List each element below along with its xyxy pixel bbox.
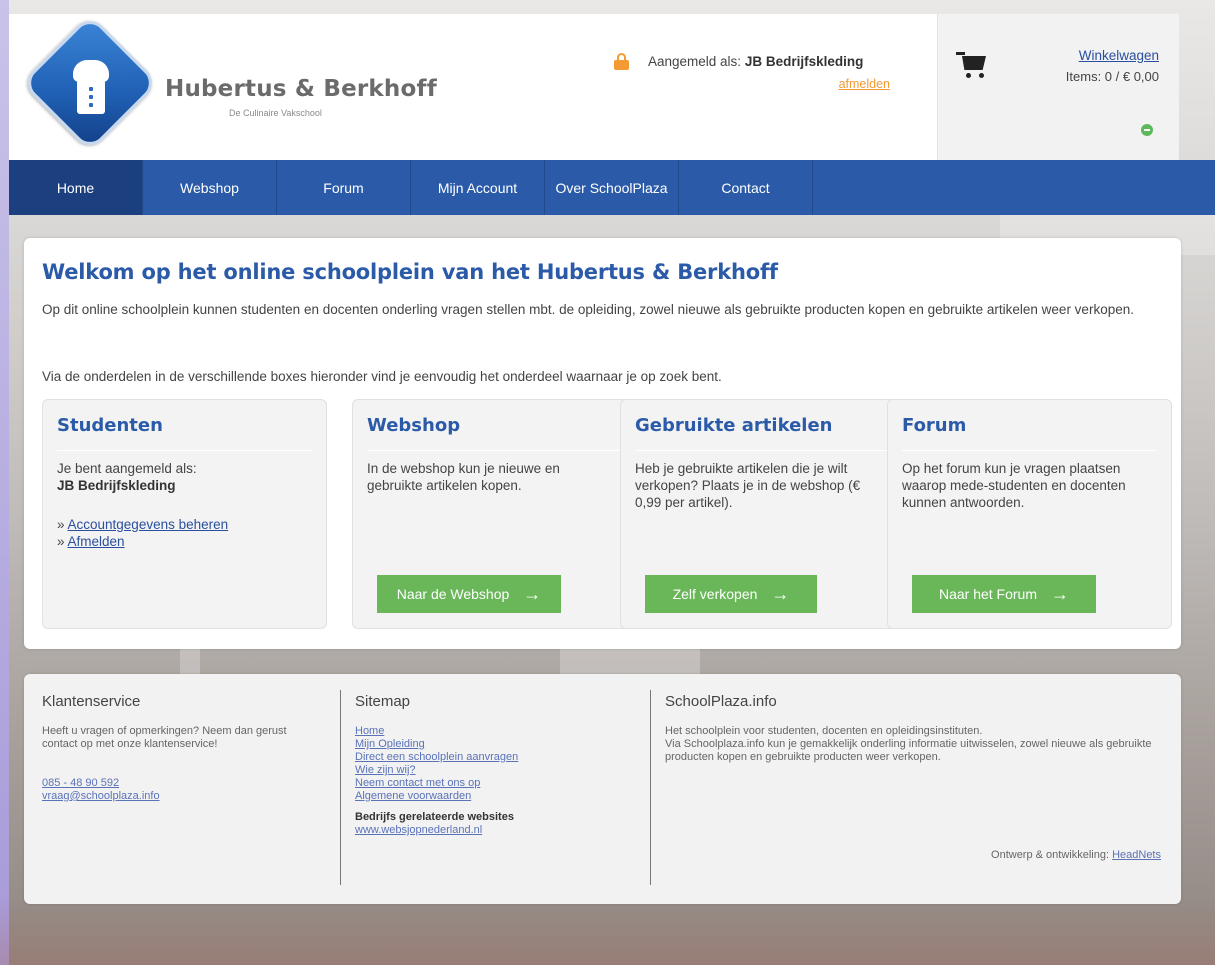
welcome-panel: Welkom op het online schoolplein van het… <box>24 238 1181 649</box>
cart-summary: Items: 0 / € 0,00 <box>1065 69 1159 84</box>
footer-contact: 085 - 48 90 592 vraag@schoolplaza.info <box>42 777 160 803</box>
button-label: Naar de Webshop <box>396 586 510 602</box>
login-user: JB Bedrijfskleding <box>744 54 864 69</box>
sitemap-link-home[interactable]: Home <box>355 725 518 738</box>
credit-label: Ontwerp & ontwikkeling: <box>991 849 1113 861</box>
brand-name: Hubertus & Berkhoff <box>165 76 437 102</box>
link-bullet: » <box>57 517 68 532</box>
related-site-link[interactable]: www.websjopnederland.nl <box>355 824 518 837</box>
webshop-button[interactable]: Naar de Webshop → <box>377 575 561 613</box>
page: Hubertus & Berkhoff De Culinaire Vakscho… <box>9 13 1215 965</box>
footer-divider <box>340 690 341 885</box>
cart-link[interactable]: Winkelwagen <box>1079 48 1159 63</box>
lock-icon <box>614 53 629 70</box>
nav-home[interactable]: Home <box>9 160 143 215</box>
login-info: Aangemeld als: JB Bedrijfskleding afmeld… <box>614 51 894 101</box>
arrow-right-icon: → <box>523 584 542 604</box>
phone-link[interactable]: 085 - 48 90 592 <box>42 777 160 790</box>
footer-service-title: Klantenservice <box>42 693 141 710</box>
email-link[interactable]: vraag@schoolplaza.info <box>42 790 160 803</box>
sitemap-link-contact[interactable]: Neem contact met ons op <box>355 777 518 790</box>
footer-sitemap-title: Sitemap <box>355 693 411 710</box>
box-divider <box>367 450 622 451</box>
box-title: Studenten <box>57 415 163 436</box>
nav-filler <box>813 160 1215 215</box>
intro-text-2: Via de onderdelen in de verschillende bo… <box>42 369 722 384</box>
box-divider <box>902 450 1157 451</box>
footer: Klantenservice Heeft u vragen of opmerki… <box>24 674 1181 904</box>
sitemap-links: Home Mijn Opleiding Direct een schoolple… <box>355 725 518 837</box>
intro-text: Op dit online schoolplein kunnen student… <box>42 302 1134 317</box>
arrow-right-icon: → <box>771 584 790 604</box>
box-studenten: Studenten Je bent aangemeld als: JB Bedr… <box>42 399 327 629</box>
box-gebruikte-artikelen: Gebruikte artikelen Heb je gebruikte art… <box>620 399 905 629</box>
footer-service-text: Heeft u vragen of opmerkingen? Neem dan … <box>42 725 287 750</box>
button-label: Zelf verkopen <box>672 586 758 602</box>
footer-about-title: SchoolPlaza.info <box>665 693 777 710</box>
box-text: Op het forum kun je vragen plaatsen waar… <box>902 461 1126 510</box>
logout-link[interactable]: afmelden <box>839 77 890 91</box>
about-text-2: Via Schoolplaza.info kun je gemakkelijk … <box>665 738 1152 763</box>
minus-circle-icon[interactable] <box>1141 124 1153 136</box>
sitemap-link-aanvragen[interactable]: Direct een schoolplein aanvragen <box>355 751 518 764</box>
logo[interactable] <box>20 13 163 153</box>
account-links: » Accountgegevens beheren » Afmelden <box>57 516 228 550</box>
sitemap-link-voorwaarden[interactable]: Algemene voorwaarden <box>355 790 518 803</box>
box-text: Heb je gebruikte artikelen die je wilt v… <box>635 461 861 510</box>
link-bullet: » <box>57 534 68 549</box>
arrow-right-icon: → <box>1051 584 1070 604</box>
forum-button[interactable]: Naar het Forum → <box>912 575 1096 613</box>
chef-icon <box>71 60 111 116</box>
box-divider <box>635 450 890 451</box>
box-title: Gebruikte artikelen <box>635 415 833 436</box>
sell-button[interactable]: Zelf verkopen → <box>645 575 817 613</box>
header: Hubertus & Berkhoff De Culinaire Vakscho… <box>9 13 1179 160</box>
sitemap-link-wie-zijn-wij[interactable]: Wie zijn wij? <box>355 764 518 777</box>
login-user: JB Bedrijfskleding <box>57 478 176 493</box>
box-divider <box>57 450 312 451</box>
brand-tagline: De Culinaire Vakschool <box>229 108 322 118</box>
page-title: Welkom op het online schoolplein van het… <box>42 260 778 284</box>
sitemap-link-mijn-opleiding[interactable]: Mijn Opleiding <box>355 738 518 751</box>
box-forum: Forum Op het forum kun je vragen plaatse… <box>887 399 1172 629</box>
footer-about-text: Het schoolplein voor studenten, docenten… <box>665 725 1155 764</box>
nav-mijn-account[interactable]: Mijn Account <box>411 160 545 215</box>
box-text: In de webshop kun je nieuwe en gebruikte… <box>367 461 560 493</box>
cart-box: Winkelwagen Items: 0 / € 0,00 <box>937 14 1179 160</box>
cart-icon[interactable] <box>956 50 988 80</box>
box-text: Je bent aangemeld als: JB Bedrijfskledin… <box>57 460 307 494</box>
login-prefix: Aangemeld als: <box>648 54 745 69</box>
button-label: Naar het Forum <box>938 586 1038 602</box>
box-title: Webshop <box>367 415 461 436</box>
box-title: Forum <box>902 415 967 436</box>
main-nav: Home Webshop Forum Mijn Account Over Sch… <box>9 160 1215 215</box>
login-label: Je bent aangemeld als: <box>57 461 197 476</box>
nav-forum[interactable]: Forum <box>277 160 411 215</box>
login-status: Aangemeld als: JB Bedrijfskleding <box>648 54 863 69</box>
box-webshop: Webshop In de webshop kun je nieuwe en g… <box>352 399 637 629</box>
about-text-1: Het schoolplein voor studenten, docenten… <box>665 725 983 737</box>
footer-credit: Ontwerp & ontwikkeling: HeadNets <box>991 849 1161 861</box>
nav-webshop[interactable]: Webshop <box>143 160 277 215</box>
logout-link-box[interactable]: Afmelden <box>68 534 125 549</box>
footer-divider <box>650 690 651 885</box>
headnets-link[interactable]: HeadNets <box>1112 849 1161 861</box>
nav-contact[interactable]: Contact <box>679 160 813 215</box>
nav-over-schoolplaza[interactable]: Over SchoolPlaza <box>545 160 679 215</box>
related-sites-title: Bedrijfs gerelateerde websites <box>355 811 514 823</box>
account-settings-link[interactable]: Accountgegevens beheren <box>68 517 229 532</box>
